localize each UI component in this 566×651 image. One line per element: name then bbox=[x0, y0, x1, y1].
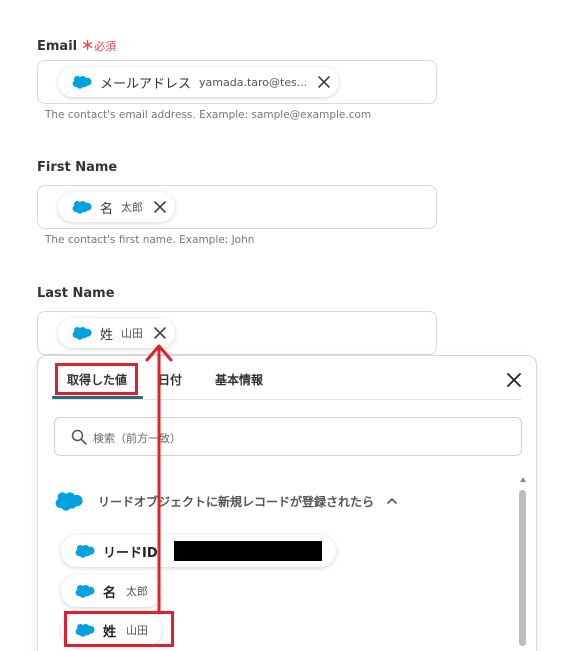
chip-label: メールアドレス bbox=[100, 76, 192, 92]
salesforce-cloud-icon bbox=[55, 492, 83, 511]
salesforce-cloud-icon bbox=[72, 76, 92, 89]
search-placeholder: 検索（前方一致） bbox=[93, 432, 181, 445]
close-icon[interactable] bbox=[153, 326, 167, 340]
tab-date[interactable]: 日付 bbox=[158, 371, 182, 388]
close-icon[interactable] bbox=[153, 200, 167, 214]
salesforce-cloud-icon bbox=[75, 624, 95, 637]
search-icon bbox=[71, 429, 87, 445]
salesforce-cloud-icon bbox=[75, 545, 95, 558]
chip-value: 太郎 bbox=[121, 201, 144, 214]
result-item-lead-id[interactable]: リードID bbox=[61, 535, 336, 567]
chip-value: yamada.taro@tes... bbox=[199, 75, 308, 89]
required-text: 必須 bbox=[94, 40, 117, 53]
first-name-help-text: The contact's first name. Example: John bbox=[45, 234, 255, 246]
tab-basic-info[interactable]: 基本情報 bbox=[215, 371, 263, 388]
close-icon[interactable] bbox=[317, 75, 331, 89]
result-value: 山田 bbox=[126, 624, 149, 637]
scroll-up-arrow-icon[interactable] bbox=[519, 476, 527, 484]
chip-label: 名 bbox=[100, 201, 114, 217]
last-name-field[interactable]: 姓 山田 bbox=[37, 311, 437, 355]
last-name-chip[interactable]: 姓 山田 bbox=[58, 318, 176, 348]
required-mark: ＊ bbox=[81, 39, 95, 54]
value-picker-panel: 取得した値 日付 基本情報 検索（前方一致） リードオブジェクトに新規レコードが… bbox=[37, 355, 537, 651]
email-label: Email ＊必須 bbox=[37, 39, 117, 54]
chevron-up-icon[interactable] bbox=[386, 496, 398, 506]
email-help-text: The contact's email address. Example: sa… bbox=[45, 109, 372, 121]
salesforce-cloud-icon bbox=[72, 201, 92, 214]
tab-divider bbox=[52, 399, 522, 400]
chip-label: 姓 bbox=[100, 327, 114, 343]
email-chip[interactable]: メールアドレス yamada.taro@tes... bbox=[58, 67, 340, 97]
scrollbar-thumb[interactable] bbox=[519, 490, 526, 646]
salesforce-cloud-icon bbox=[75, 585, 95, 598]
result-item-first-name[interactable]: 名 太郎 bbox=[61, 575, 163, 607]
result-value: 太郎 bbox=[126, 585, 149, 598]
last-name-label: Last Name bbox=[37, 286, 115, 301]
tab-acquired-values[interactable]: 取得した値 bbox=[67, 371, 127, 388]
first-name-chip[interactable]: 名 太郎 bbox=[58, 192, 176, 222]
first-name-field[interactable]: 名 太郎 bbox=[37, 185, 437, 229]
first-name-label: First Name bbox=[37, 160, 118, 175]
salesforce-cloud-icon bbox=[72, 327, 92, 340]
chip-value: 山田 bbox=[121, 327, 144, 340]
trigger-section-header[interactable]: リードオブジェクトに新規レコードが登録されたら bbox=[54, 491, 398, 511]
result-label: リードID bbox=[103, 545, 158, 561]
email-field[interactable]: メールアドレス yamada.taro@tes... bbox=[37, 60, 437, 104]
redacted-value bbox=[173, 541, 322, 561]
scrollbar[interactable] bbox=[518, 474, 528, 651]
result-item-last-name[interactable]: 姓 山田 bbox=[61, 614, 163, 646]
section-title: リードオブジェクトに新規レコードが登録されたら bbox=[98, 494, 375, 509]
result-label: 名 bbox=[103, 585, 117, 601]
result-label: 姓 bbox=[103, 624, 117, 640]
close-icon[interactable] bbox=[506, 372, 522, 388]
search-input[interactable]: 検索（前方一致） bbox=[54, 417, 522, 456]
